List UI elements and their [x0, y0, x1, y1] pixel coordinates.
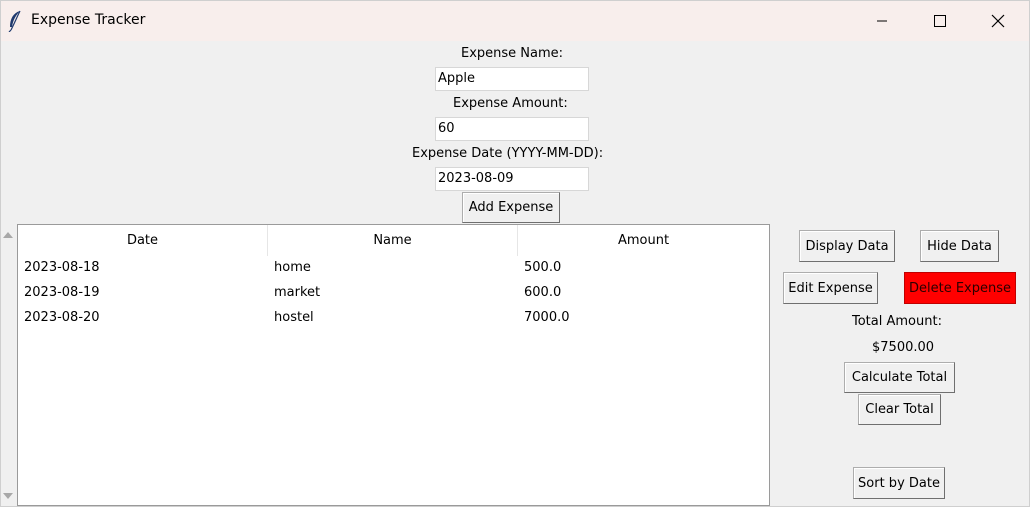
- cell-date: 2023-08-18: [24, 260, 100, 275]
- table-row[interactable]: 2023-08-19 market 600.0: [18, 280, 769, 305]
- delete-expense-button[interactable]: Delete Expense: [904, 272, 1016, 304]
- display-data-button[interactable]: Display Data: [799, 230, 895, 262]
- expense-name-input[interactable]: Apple: [435, 67, 589, 91]
- column-header-amount[interactable]: Amount: [518, 225, 769, 256]
- table-header: Date Name Amount: [18, 225, 769, 256]
- cell-name: home: [274, 260, 311, 275]
- expense-name-label: Expense Name:: [461, 46, 564, 61]
- feather-icon: [7, 10, 23, 33]
- expense-amount-input[interactable]: 60: [435, 117, 589, 141]
- total-amount-label: Total Amount:: [852, 314, 942, 329]
- minimize-button[interactable]: [853, 1, 911, 41]
- total-amount-value: $7500.00: [872, 340, 935, 355]
- add-expense-button[interactable]: Add Expense: [462, 192, 560, 223]
- expense-date-input[interactable]: 2023-08-09: [435, 167, 589, 191]
- column-header-date[interactable]: Date: [18, 225, 268, 256]
- cell-name: hostel: [274, 310, 314, 325]
- cell-date: 2023-08-19: [24, 285, 100, 300]
- cell-amount: 600.0: [524, 285, 562, 300]
- clear-total-button[interactable]: Clear Total: [858, 394, 941, 425]
- window-title: Expense Tracker: [31, 12, 146, 28]
- minimize-icon: [877, 20, 887, 22]
- cell-amount: 7000.0: [524, 310, 570, 325]
- calculate-total-button[interactable]: Calculate Total: [844, 362, 955, 393]
- expense-table[interactable]: Date Name Amount 2023-08-18 home 500.0 2…: [17, 224, 770, 506]
- maximize-button[interactable]: [911, 1, 969, 41]
- title-bar: Expense Tracker: [1, 1, 1029, 41]
- table-row[interactable]: 2023-08-18 home 500.0: [18, 255, 769, 280]
- close-button[interactable]: [969, 1, 1027, 41]
- edit-expense-button[interactable]: Edit Expense: [783, 272, 878, 304]
- cell-name: market: [274, 285, 321, 300]
- app-window: Expense Tracker Expense Name: Apple Expe…: [0, 0, 1030, 507]
- hide-data-button[interactable]: Hide Data: [920, 230, 999, 262]
- table-row[interactable]: 2023-08-20 hostel 7000.0: [18, 305, 769, 330]
- cell-date: 2023-08-20: [24, 310, 100, 325]
- sort-by-date-button[interactable]: Sort by Date: [853, 467, 945, 499]
- maximize-icon: [934, 15, 946, 27]
- expense-date-label: Expense Date (YYYY-MM-DD):: [412, 146, 604, 161]
- expense-amount-label: Expense Amount:: [453, 96, 568, 111]
- cell-amount: 500.0: [524, 260, 562, 275]
- column-header-name[interactable]: Name: [268, 225, 518, 256]
- close-icon: [991, 14, 1005, 28]
- scroll-down-arrow-icon[interactable]: [2, 491, 14, 501]
- scroll-up-arrow-icon[interactable]: [2, 230, 14, 240]
